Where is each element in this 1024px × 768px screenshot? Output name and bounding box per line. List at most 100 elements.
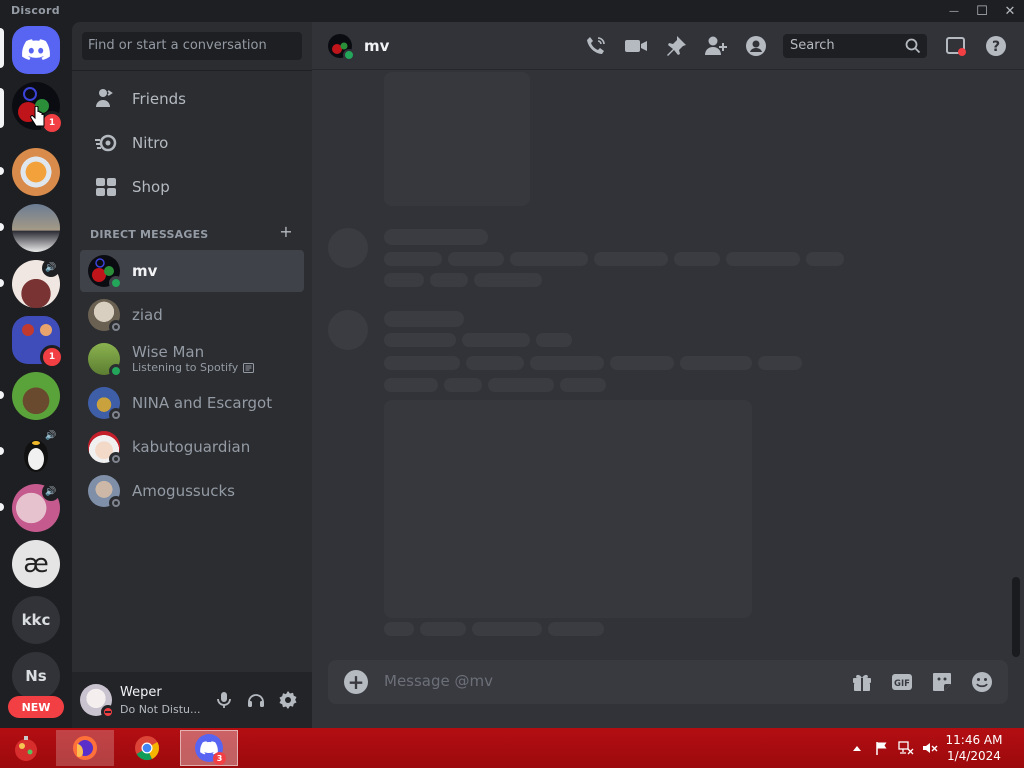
find-conversation-input[interactable]: Find or start a conversation [82, 32, 302, 60]
voice-call-button[interactable] [584, 34, 608, 58]
gear-icon [279, 691, 297, 709]
search-input[interactable]: Search [783, 34, 927, 58]
skeleton-line [680, 356, 752, 370]
sticker-button[interactable] [930, 670, 954, 694]
server-icon[interactable]: Ns [12, 652, 60, 700]
skeleton-avatar [328, 228, 368, 268]
offline-status-icon [109, 496, 123, 510]
pinned-messages-button[interactable] [664, 34, 688, 58]
mention-badge: 1 [40, 345, 64, 369]
emoji-button[interactable] [970, 670, 994, 694]
nav-shop[interactable]: Shop [80, 166, 304, 208]
skeleton-line [466, 356, 524, 370]
activity-text: Listening to Spotify [132, 361, 239, 374]
server-icon[interactable] [12, 204, 60, 252]
divider [72, 70, 312, 71]
unread-pill [0, 167, 4, 175]
voice-speaker-icon: 🔊 [42, 427, 60, 445]
server-icon[interactable] [12, 148, 60, 196]
dm-item-amogussucks[interactable]: Amogussucks [80, 470, 304, 512]
search-placeholder: Search [790, 38, 835, 53]
skeleton-username [384, 229, 488, 245]
skeleton-line [384, 252, 442, 266]
svg-text:?: ? [992, 39, 1000, 55]
chevron-up-icon [853, 746, 861, 751]
dm-name: mv [132, 262, 158, 280]
skeleton-line [430, 273, 468, 287]
dm-name: NINA and Escargot [132, 394, 273, 412]
dm-name: Wise Man [132, 343, 205, 361]
skeleton-line [384, 378, 438, 392]
skeleton-line [806, 252, 844, 266]
video-camera-icon [625, 40, 647, 52]
offline-status-icon [109, 408, 123, 422]
volume-button[interactable] [920, 730, 940, 766]
title-bar: Discord — ☐ ✕ [0, 0, 1024, 22]
user-status: Do Not Distu... [120, 703, 201, 716]
dm-item-kabutoguardian[interactable]: kabutoguardian [80, 426, 304, 468]
close-button[interactable]: ✕ [996, 0, 1024, 22]
skeleton-line [448, 252, 504, 266]
avatar [88, 387, 123, 422]
dm-item-wise-man[interactable]: Wise Man Listening to Spotify [80, 338, 304, 380]
server-icon[interactable] [12, 372, 60, 420]
skeleton-line [472, 622, 542, 636]
dm-item-mv[interactable]: mv [80, 250, 304, 292]
search-icon [905, 38, 921, 54]
discord-window: Discord — ☐ ✕ 1 🔊 1 🔊 🔊 æ kkc Ns NEW Fin… [0, 0, 1024, 728]
firefox-icon [73, 736, 97, 760]
message-input[interactable]: Message @mv [384, 672, 493, 690]
deafen-button[interactable] [244, 688, 268, 712]
taskbar-chrome[interactable] [118, 730, 176, 766]
skeleton-line [560, 378, 606, 392]
online-status-icon [343, 49, 355, 61]
unread-pill [0, 391, 4, 399]
skeleton-line [488, 378, 554, 392]
taskbar-firefox[interactable] [56, 730, 114, 766]
server-icon[interactable]: æ [12, 540, 60, 588]
help-button[interactable]: ? [984, 34, 1008, 58]
video-call-button[interactable] [624, 34, 648, 58]
skeleton-line [510, 252, 588, 266]
minimize-button[interactable]: — [940, 0, 968, 22]
taskbar-discord[interactable]: 3 [180, 730, 238, 766]
skeleton-line [420, 622, 466, 636]
skeleton-line [462, 333, 530, 347]
user-avatar[interactable] [80, 684, 115, 719]
server-icon[interactable]: kkc [12, 596, 60, 644]
start-button[interactable] [4, 730, 48, 766]
dm-item-nina-and-escargot[interactable]: NINA and Escargot [80, 382, 304, 424]
nav-friends[interactable]: Friends [80, 78, 304, 120]
user-profile-button[interactable] [744, 34, 768, 58]
action-center-flag[interactable] [872, 730, 892, 766]
gif-button[interactable]: GIF [890, 670, 914, 694]
dnd-status-icon [101, 705, 115, 719]
discord-logo-icon [22, 39, 50, 60]
home-button[interactable] [12, 26, 60, 74]
inbox-button[interactable] [944, 34, 968, 58]
mute-button[interactable] [212, 688, 236, 712]
avatar [88, 299, 123, 334]
dm-item-ziad[interactable]: ziad [80, 294, 304, 336]
taskbar-badge: 3 [213, 752, 226, 765]
taskbar: 3 11:46 AM 1/4/2024 [0, 728, 1024, 768]
gift-button[interactable] [850, 670, 874, 694]
clock-date: 1/4/2024 [947, 749, 1001, 763]
server-rail: 1 🔊 1 🔊 🔊 æ kkc Ns NEW [0, 22, 72, 728]
phone-call-icon [587, 37, 605, 54]
flag-icon [876, 742, 887, 755]
create-dm-button[interactable]: + [278, 224, 294, 240]
skeleton-line [384, 622, 414, 636]
add-friends-to-dm-button[interactable] [704, 34, 728, 58]
user-settings-button[interactable] [276, 688, 300, 712]
inbox-icon [946, 37, 966, 56]
show-hidden-icons-button[interactable] [848, 730, 866, 766]
upload-button[interactable]: + [344, 670, 368, 694]
nav-nitro[interactable]: Nitro [80, 122, 304, 164]
network-button[interactable] [896, 730, 916, 766]
nav-label: Shop [132, 178, 170, 196]
system-clock[interactable]: 11:46 AM 1/4/2024 [944, 732, 1004, 764]
maximize-button[interactable]: ☐ [968, 0, 996, 22]
scrollbar[interactable] [1012, 577, 1020, 657]
new-badge[interactable]: NEW [8, 696, 64, 718]
